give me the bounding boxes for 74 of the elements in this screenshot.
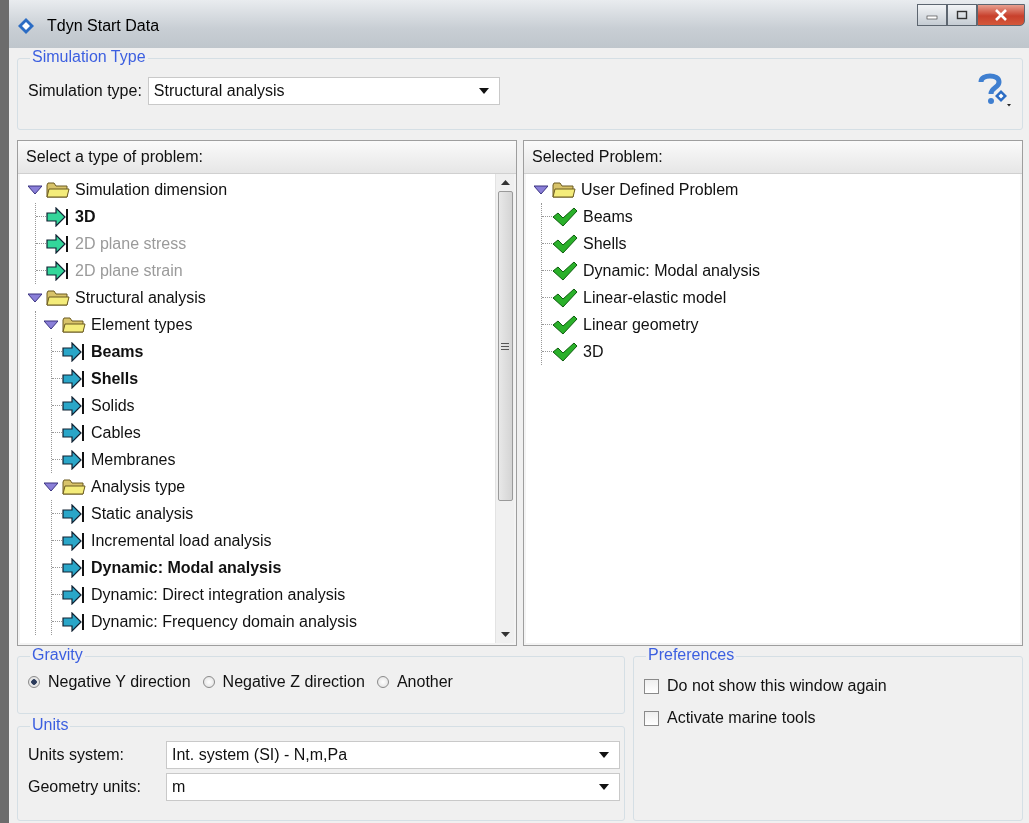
scrollbar[interactable] bbox=[495, 174, 514, 643]
expand-triangle-icon[interactable] bbox=[28, 292, 42, 303]
tree-item[interactable]: Dynamic: Frequency domain analysis bbox=[91, 612, 357, 631]
checkmark-icon bbox=[552, 314, 578, 335]
tree-item[interactable]: Element types bbox=[91, 315, 193, 334]
help-icon bbox=[976, 73, 1012, 107]
field-label: Simulation type: bbox=[28, 82, 142, 100]
tree-item[interactable]: Structural analysis bbox=[75, 288, 206, 307]
radio-button[interactable] bbox=[28, 676, 40, 688]
checkmark-icon bbox=[552, 260, 578, 281]
dropdown-arrow-icon bbox=[599, 784, 609, 790]
close-button[interactable] bbox=[977, 4, 1025, 26]
checkbox[interactable] bbox=[644, 710, 659, 726]
grip-icon bbox=[501, 342, 509, 350]
tree-item: Beams bbox=[583, 207, 633, 226]
dropdown-arrow-icon bbox=[478, 88, 489, 94]
checkbox-option[interactable]: Do not show this window again bbox=[644, 677, 1014, 695]
field-label: Units system: bbox=[28, 746, 125, 764]
checkmark-icon bbox=[552, 206, 578, 227]
close-icon bbox=[994, 9, 1008, 21]
folder-icon bbox=[62, 477, 86, 496]
tree-item: User Defined Problem bbox=[581, 180, 739, 199]
maximize-button[interactable] bbox=[947, 4, 977, 26]
expand-triangle-icon[interactable] bbox=[534, 184, 548, 195]
checkbox[interactable] bbox=[644, 678, 659, 694]
tree-item[interactable]: Solids bbox=[91, 396, 135, 415]
tree-item: 3D bbox=[583, 342, 604, 361]
folder-icon bbox=[62, 315, 86, 334]
tree-item[interactable]: Dynamic: Modal analysis bbox=[91, 558, 282, 577]
expand-triangle-icon[interactable] bbox=[44, 319, 58, 330]
maximize-icon bbox=[956, 10, 968, 20]
expand-triangle-icon[interactable] bbox=[44, 481, 58, 492]
group-title: Simulation Type bbox=[30, 48, 148, 66]
checkmark-icon bbox=[552, 287, 578, 308]
tree-item[interactable]: Analysis type bbox=[91, 477, 186, 496]
panel-header: Select a type of problem: bbox=[18, 141, 516, 174]
window-title: Tdyn Start Data bbox=[47, 17, 160, 35]
tree-item: Linear geometry bbox=[583, 315, 699, 334]
folder-icon bbox=[46, 180, 70, 199]
tree-item[interactable]: Cables bbox=[91, 423, 141, 442]
dropdown[interactable]: m bbox=[166, 773, 620, 801]
tree-item[interactable]: Beams bbox=[91, 342, 144, 361]
tree-item[interactable]: Simulation dimension bbox=[75, 180, 228, 199]
dropdown-arrow-icon bbox=[599, 752, 609, 758]
app-logo-icon bbox=[17, 17, 35, 35]
minimize-button[interactable] bbox=[917, 4, 947, 26]
scroll-thumb[interactable] bbox=[497, 191, 513, 501]
tree-item[interactable]: 3D bbox=[75, 207, 96, 226]
scroll-down-icon bbox=[500, 632, 510, 637]
scroll-up-icon bbox=[500, 180, 510, 185]
tree-item[interactable]: Shells bbox=[91, 369, 139, 388]
radio-option[interactable]: Negative Z direction bbox=[202, 673, 365, 691]
tree-item: Dynamic: Modal analysis bbox=[583, 261, 760, 280]
tree-item: Linear-elastic model bbox=[583, 288, 727, 307]
tree-item[interactable]: Membranes bbox=[91, 450, 176, 469]
dropdown[interactable]: Structural analysis bbox=[147, 77, 500, 105]
checkmark-icon bbox=[552, 233, 578, 254]
folder-icon bbox=[46, 288, 70, 307]
group-title: Gravity bbox=[30, 646, 85, 664]
tree-item: Shells bbox=[583, 234, 627, 253]
dropdown[interactable]: Int. system (SI) - N,m,Pa bbox=[166, 741, 620, 769]
tree-item[interactable]: Static analysis bbox=[91, 504, 194, 523]
checkbox-option[interactable]: Activate marine tools bbox=[644, 709, 1014, 727]
tree-item[interactable]: Incremental load analysis bbox=[91, 531, 272, 550]
field-label: Geometry units: bbox=[28, 778, 142, 796]
tree-item[interactable]: Dynamic: Direct integration analysis bbox=[91, 585, 346, 604]
checkmark-icon bbox=[552, 341, 578, 362]
panel-header: Selected Problem: bbox=[524, 141, 1022, 174]
radio-option[interactable]: Another bbox=[376, 673, 453, 691]
radio-button[interactable] bbox=[202, 676, 215, 688]
radio-option[interactable]: Negative Y direction bbox=[28, 673, 191, 691]
expand-triangle-icon[interactable] bbox=[28, 184, 42, 195]
radio-button[interactable] bbox=[376, 676, 389, 688]
folder-icon bbox=[552, 180, 576, 199]
